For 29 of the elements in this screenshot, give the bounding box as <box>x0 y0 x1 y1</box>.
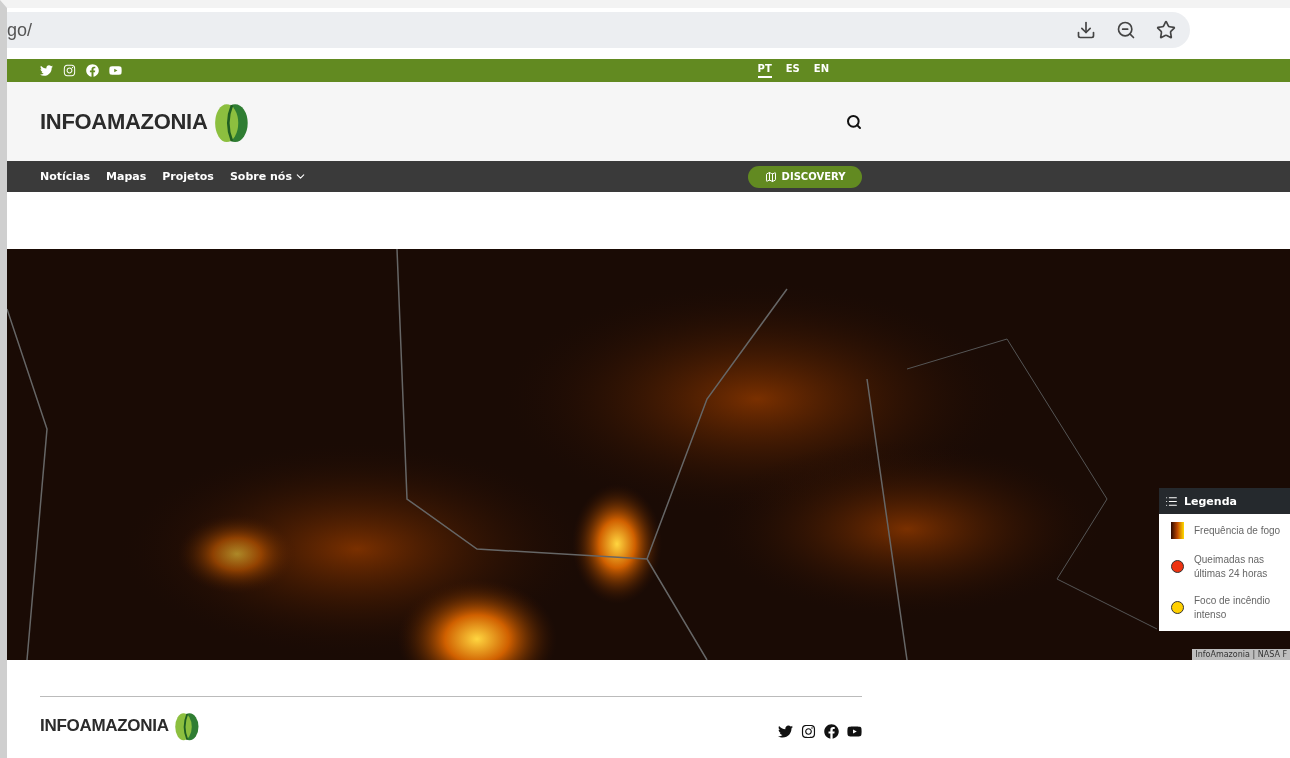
url-text: go/ <box>7 19 33 41</box>
legend-label: Frequência de fogo <box>1194 523 1281 538</box>
star-icon[interactable] <box>1156 20 1176 40</box>
legend-title: Legenda <box>1184 494 1237 508</box>
list-icon <box>1165 494 1178 508</box>
camera-icon[interactable] <box>801 724 816 739</box>
bird-icon[interactable] <box>778 724 793 739</box>
map-icon <box>764 170 777 183</box>
zoom-out-icon[interactable] <box>1116 20 1136 40</box>
nav-link[interactable]: Sobre nós <box>229 170 307 183</box>
nav-link[interactable]: Projetos <box>162 170 214 183</box>
search-icon[interactable] <box>846 113 862 130</box>
video-play-icon[interactable] <box>847 724 862 739</box>
logo-text[interactable]: INFOAMAZONIA <box>40 108 208 135</box>
download-icon[interactable] <box>1076 20 1096 40</box>
legend-label: Foco de incêndio intenso <box>1194 594 1272 621</box>
leaf-logo-icon <box>172 711 200 741</box>
nav-link[interactable]: Mapas <box>106 170 147 183</box>
language-link[interactable]: PT <box>757 63 772 78</box>
language-link[interactable]: EN <box>813 63 829 78</box>
logo-text[interactable]: INFOAMAZONIA <box>40 716 169 736</box>
discovery-button[interactable]: DISCOVERY <box>748 165 862 188</box>
attribution-text: InfoAmazonia | NASA F <box>1192 649 1290 660</box>
nav-link[interactable]: Notícias <box>40 170 91 183</box>
f-letter-icon[interactable] <box>824 724 839 739</box>
address-bar[interactable]: go/ <box>7 12 1190 48</box>
legend-label: Queimadas nas últimas 24 horas <box>1194 553 1269 580</box>
gradient-swatch <box>1171 522 1184 539</box>
language-link[interactable]: ES <box>785 63 800 78</box>
